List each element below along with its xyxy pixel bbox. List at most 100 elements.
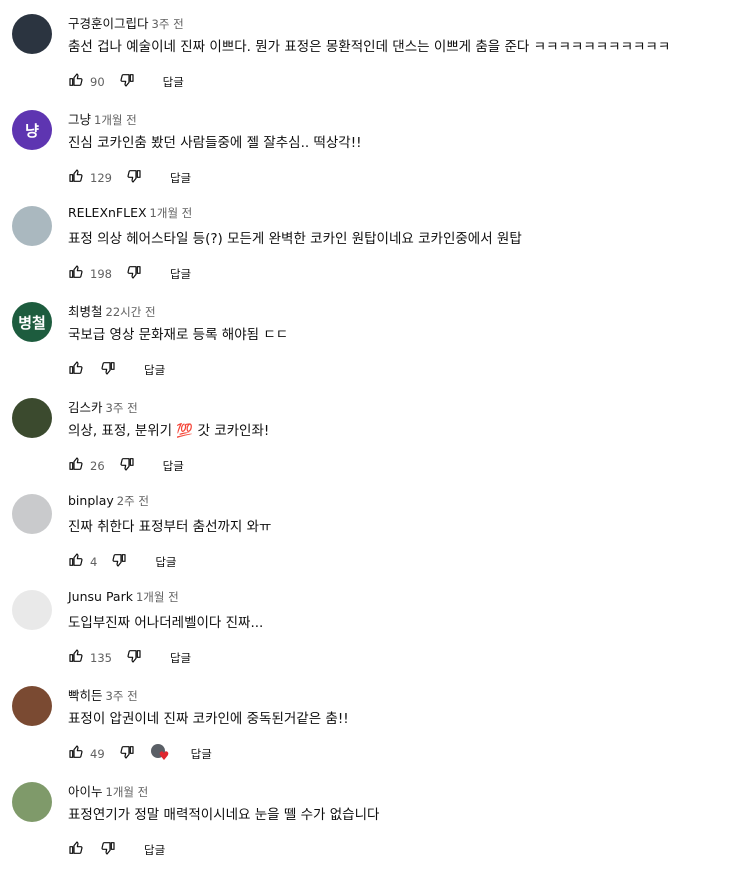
like-icon[interactable] — [68, 840, 84, 860]
like-icon[interactable] — [68, 648, 84, 668]
reply-button[interactable]: 답글 — [144, 842, 165, 858]
comment-author[interactable]: binplay — [68, 493, 114, 508]
dislike-icon[interactable] — [126, 264, 142, 284]
avatar-initials: 냥 — [25, 121, 39, 140]
comment-actions: 129 답글 — [68, 166, 191, 190]
avatar-initials: 병철 — [18, 313, 46, 332]
comment-item: RELEXnFLEX 1개월 전 표정 의상 헤어스타일 등(?) 모든게 완벽한… — [0, 205, 734, 302]
comment-item: 구경훈이그립다 3주 전 춤선 겁나 예술이네 진짜 이쁘다. 뭔가 표정은 몽환… — [0, 14, 734, 110]
comment-item: 빡히든 3주 전 표정이 압권이네 진짜 코카인에 중독된거같은 춤!! 49 ♥… — [0, 686, 734, 782]
comment-actions: 26 답글 — [68, 454, 184, 478]
comment-item: 아이누 1개월 전 표정연기가 정말 매력적이시네요 눈을 뗄 수가 없습니다 답… — [0, 782, 734, 878]
dislike-icon[interactable] — [119, 744, 135, 764]
comment-time[interactable]: 1개월 전 — [106, 785, 149, 799]
comment-author[interactable]: Junsu Park — [68, 589, 133, 604]
comment-author[interactable]: 김스카 — [68, 400, 103, 415]
comment-author[interactable]: RELEXnFLEX — [68, 205, 147, 220]
comment-author[interactable]: 구경훈이그립다 — [68, 16, 149, 31]
comment-text: 표정이 압권이네 진짜 코카인에 중독된거같은 춤!! — [68, 711, 349, 727]
reply-button[interactable]: 답글 — [144, 362, 165, 378]
comment-author[interactable]: 그냥 — [68, 112, 91, 127]
comment-author[interactable]: 최병철 — [68, 304, 103, 319]
comment-time[interactable]: 3주 전 — [152, 17, 184, 31]
like-count: 90 — [90, 75, 105, 89]
like-icon[interactable] — [68, 264, 84, 284]
reply-button[interactable]: 답글 — [191, 746, 212, 762]
comment-header: 그냥 1개월 전 — [68, 109, 137, 128]
dislike-icon[interactable] — [119, 72, 135, 92]
comment-actions: 198 답글 — [68, 262, 191, 286]
like-count: 135 — [90, 651, 112, 665]
comment-header: Junsu Park 1개월 전 — [68, 589, 179, 605]
comment-item: 냥 그냥 1개월 전 진심 코카인춤 봤던 사람들중에 젤 잘추심.. 떡상각!!… — [0, 110, 734, 206]
like-icon[interactable] — [68, 744, 84, 764]
comment-time[interactable]: 1개월 전 — [94, 113, 137, 127]
dislike-icon[interactable] — [126, 648, 142, 668]
avatar[interactable] — [12, 398, 52, 438]
comment-item: Junsu Park 1개월 전 도입부진짜 어나더레벨이다 진짜... 135 … — [0, 589, 734, 686]
comment-time[interactable]: 3주 전 — [106, 689, 138, 703]
like-icon[interactable] — [68, 72, 84, 92]
like-icon[interactable] — [68, 552, 84, 572]
comment-text: 국보급 영상 문화재로 등록 해야됨 ㄷㄷ — [68, 327, 289, 343]
comment-text: 표정 의상 헤어스타일 등(?) 모든게 완벽한 코카인 원탑이네요 코카인중에… — [68, 231, 522, 247]
reply-button[interactable]: 답글 — [170, 266, 191, 282]
comment-actions: 답글 — [68, 358, 165, 382]
comment-text: 진짜 취한다 표정부터 춤선까지 와ㅠ — [68, 519, 272, 535]
like-icon[interactable] — [68, 168, 84, 188]
avatar[interactable] — [12, 206, 52, 246]
dislike-icon[interactable] — [111, 552, 127, 572]
comment-header: 빡히든 3주 전 — [68, 685, 138, 704]
reply-button[interactable]: 답글 — [170, 170, 191, 186]
comment-header: 최병철 22시간 전 — [68, 301, 156, 320]
avatar[interactable] — [12, 14, 52, 54]
comment-time[interactable]: 3주 전 — [106, 401, 138, 415]
like-count: 4 — [90, 555, 98, 569]
avatar[interactable] — [12, 590, 52, 630]
like-count: 26 — [90, 459, 105, 473]
comment-time[interactable]: 1개월 전 — [136, 590, 179, 604]
avatar[interactable] — [12, 782, 52, 822]
comment-actions: 135 답글 — [68, 646, 191, 670]
reply-button[interactable]: 답글 — [163, 74, 184, 90]
dislike-icon[interactable] — [100, 840, 116, 860]
reply-button[interactable]: 답글 — [163, 458, 184, 474]
comment-item: 병철 최병철 22시간 전 국보급 영상 문화재로 등록 해야됨 ㄷㄷ 답글 — [0, 302, 734, 398]
comment-text: 춤선 겁나 예술이네 진짜 이쁘다. 뭔가 표정은 몽환적인데 댄스는 이쁘게 … — [68, 39, 671, 55]
reply-button[interactable]: 답글 — [170, 650, 191, 666]
avatar[interactable] — [12, 686, 52, 726]
comment-text: 도입부진짜 어나더레벨이다 진짜... — [68, 615, 264, 631]
avatar[interactable] — [12, 494, 52, 534]
comment-actions: 답글 — [68, 838, 165, 862]
like-count: 198 — [90, 267, 112, 281]
reply-button[interactable]: 답글 — [155, 554, 176, 570]
comment-header: 아이누 1개월 전 — [68, 781, 148, 800]
comment-time[interactable]: 22시간 전 — [106, 305, 156, 319]
comment-author[interactable]: 아이누 — [68, 784, 103, 799]
avatar[interactable]: 냥 — [12, 110, 52, 150]
comment-actions: 49 ♥ 답글 — [68, 742, 212, 766]
comment-text: 표정연기가 정말 매력적이시네요 눈을 뗄 수가 없습니다 — [68, 807, 380, 823]
comment-author[interactable]: 빡히든 — [68, 688, 103, 703]
dislike-icon[interactable] — [100, 360, 116, 380]
like-count: 129 — [90, 171, 112, 185]
comment-item: 김스카 3주 전 의상, 표정, 분위기 💯 갓 코카인좌! 26 답글 — [0, 398, 734, 494]
comment-item: binplay 2주 전 진짜 취한다 표정부터 춤선까지 와ㅠ 4 답글 — [0, 493, 734, 590]
like-icon[interactable] — [68, 360, 84, 380]
creator-heart-icon: ♥ — [150, 744, 173, 764]
comment-header: binplay 2주 전 — [68, 493, 149, 509]
dislike-icon[interactable] — [126, 168, 142, 188]
comment-text: 의상, 표정, 분위기 💯 갓 코카인좌! — [68, 423, 270, 439]
comment-actions: 90 답글 — [68, 70, 184, 94]
comment-header: 김스카 3주 전 — [68, 397, 138, 416]
avatar[interactable]: 병철 — [12, 302, 52, 342]
comment-time[interactable]: 2주 전 — [117, 494, 149, 508]
comment-time[interactable]: 1개월 전 — [150, 206, 193, 220]
like-icon[interactable] — [68, 456, 84, 476]
comment-text: 진심 코카인춤 봤던 사람들중에 젤 잘추심.. 떡상각!! — [68, 135, 362, 151]
comment-actions: 4 답글 — [68, 550, 177, 574]
dislike-icon[interactable] — [119, 456, 135, 476]
comment-header: 구경훈이그립다 3주 전 — [68, 13, 184, 32]
like-count: 49 — [90, 747, 105, 761]
comment-header: RELEXnFLEX 1개월 전 — [68, 205, 192, 221]
